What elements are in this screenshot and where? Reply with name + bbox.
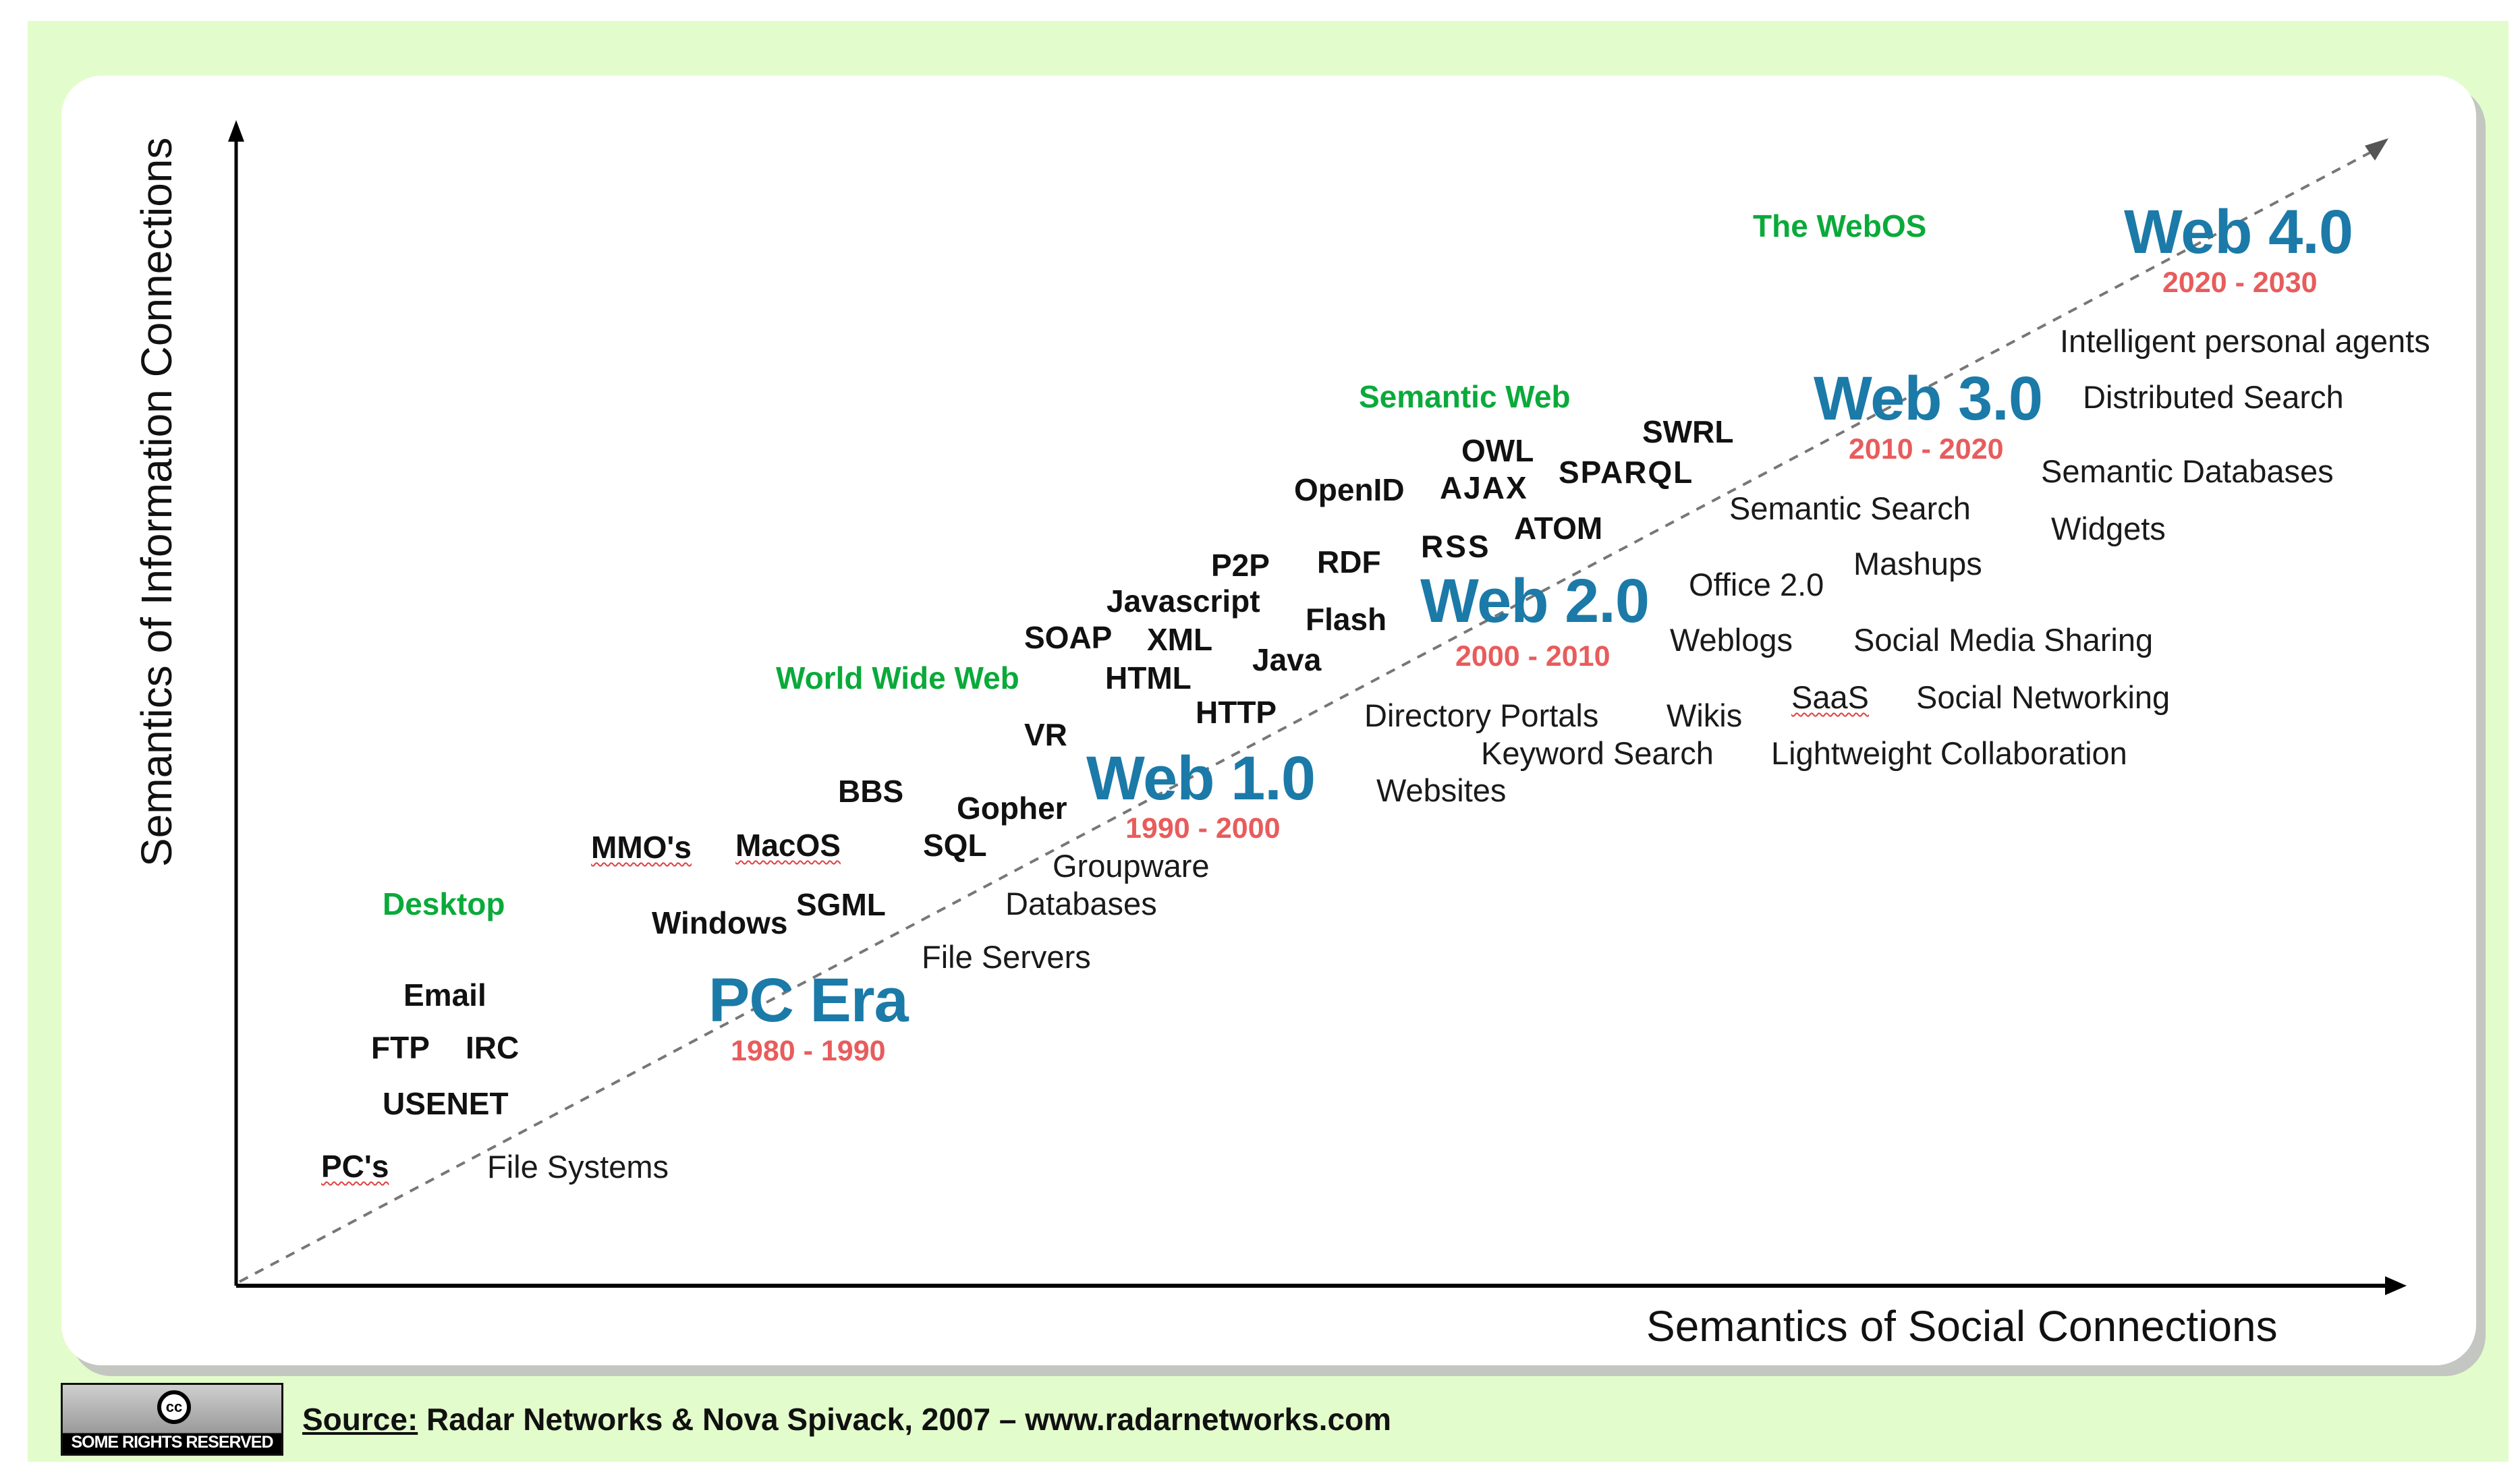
app-label: Databases <box>1005 886 1157 921</box>
app-label: Weblogs <box>1670 622 1793 658</box>
category-the-webos: The WebOS <box>1753 208 1927 244</box>
trend-line <box>239 150 2372 1283</box>
category-semantic-web: Semantic Web <box>1359 379 1571 414</box>
era-web-2-years: 2000 - 2010 <box>1455 640 1611 673</box>
tech-label: HTTP <box>1196 695 1277 730</box>
app-label: Wikis <box>1667 698 1743 733</box>
tech-label: Javascript <box>1107 584 1260 619</box>
tech-label: HTML <box>1105 660 1192 695</box>
creative-commons-badge[interactable]: cc SOME RIGHTS RESERVED <box>61 1382 283 1456</box>
category-world-wide-web: World Wide Web <box>776 660 1019 695</box>
app-label: Groupware <box>1053 848 1210 884</box>
app-label: Lightweight Collaboration <box>1771 735 2127 771</box>
era-web-4: Web 4.0 <box>2124 198 2353 266</box>
era-pc-era-years: 1980 - 1990 <box>731 1035 886 1067</box>
app-label: Intelligent personal agents <box>2060 323 2430 359</box>
tech-label: SPARQL <box>1559 455 1694 490</box>
app-label: Social Networking <box>1916 679 2171 715</box>
tech-label: P2P <box>1211 548 1270 583</box>
tech-label: IRC <box>466 1030 520 1065</box>
app-label: Directory Portals <box>1364 698 1599 733</box>
trend-arrowhead <box>2365 138 2388 161</box>
tech-label: USENET <box>383 1086 509 1121</box>
source-text: Radar Networks & Nova Spivack, 2007 – ww… <box>418 1401 1392 1437</box>
source-label: Source: <box>302 1401 418 1437</box>
app-label: Keyword Search <box>1481 735 1714 771</box>
footer: cc SOME RIGHTS RESERVED Source: Radar Ne… <box>61 1380 1391 1458</box>
tech-label: AJAX <box>1440 470 1528 505</box>
tech-label: MMO's <box>591 830 692 865</box>
app-label: Widgets <box>2051 511 2166 546</box>
cc-icon: cc <box>157 1390 191 1424</box>
tech-label: Gopher <box>957 791 1067 826</box>
tech-label: RDF <box>1317 544 1381 579</box>
category-desktop: Desktop <box>383 886 505 921</box>
tech-label: OWL <box>1461 433 1534 468</box>
app-label: Semantic Databases <box>2041 453 2334 489</box>
tech-label: Windows <box>652 905 788 940</box>
tech-label: Flash <box>1306 602 1387 637</box>
y-axis-arrowhead <box>228 120 244 142</box>
tech-label: RSS <box>1421 529 1491 564</box>
tech-label: SQL <box>923 828 987 863</box>
app-label: Websites <box>1376 772 1507 808</box>
app-label: Social Media Sharing <box>1853 622 2154 658</box>
tech-label: OpenID <box>1294 472 1405 507</box>
tech-label: MacOS <box>735 828 841 863</box>
app-label: Office 2.0 <box>1689 567 1824 602</box>
app-label: File Servers <box>922 939 1091 975</box>
tech-label: FTP <box>371 1030 430 1065</box>
era-web-3: Web 3.0 <box>1814 364 2043 433</box>
tech-label: XML <box>1147 622 1213 657</box>
era-web-2: Web 2.0 <box>1420 567 1650 635</box>
tech-label: PC's <box>321 1149 389 1184</box>
x-axis-arrowhead <box>2385 1276 2407 1295</box>
era-web-1: Web 1.0 <box>1086 744 1316 813</box>
app-label: File Systems <box>487 1149 669 1185</box>
app-label: Distributed Search <box>2083 379 2344 415</box>
app-label: Mashups <box>1853 546 1982 581</box>
era-web-4-years: 2020 - 2030 <box>2162 266 2318 299</box>
tech-label: VR <box>1024 717 1067 752</box>
tech-label: ATOM <box>1514 511 1603 546</box>
x-axis-title: Semantics of Social Connections <box>1646 1302 2278 1350</box>
tech-label: SOAP <box>1024 620 1113 655</box>
tech-label: Java <box>1252 642 1322 677</box>
tech-label: SWRL <box>1642 414 1734 449</box>
tech-label: Email <box>403 977 486 1013</box>
app-label: Semantic Search <box>1729 490 1971 526</box>
era-web-1-years: 1990 - 2000 <box>1125 812 1281 845</box>
tech-label: SGML <box>796 887 886 922</box>
y-axis-title: Semantics of Information Connections <box>132 137 181 867</box>
license-text: SOME RIGHTS RESERVED <box>71 1432 273 1452</box>
source-credit: Source: Radar Networks & Nova Spivack, 2… <box>302 1401 1391 1438</box>
app-label: SaaS <box>1791 679 1869 715</box>
era-pc-era: PC Era <box>708 966 909 1035</box>
era-web-3-years: 2010 - 2020 <box>1849 433 2004 465</box>
tech-label: BBS <box>838 774 904 809</box>
